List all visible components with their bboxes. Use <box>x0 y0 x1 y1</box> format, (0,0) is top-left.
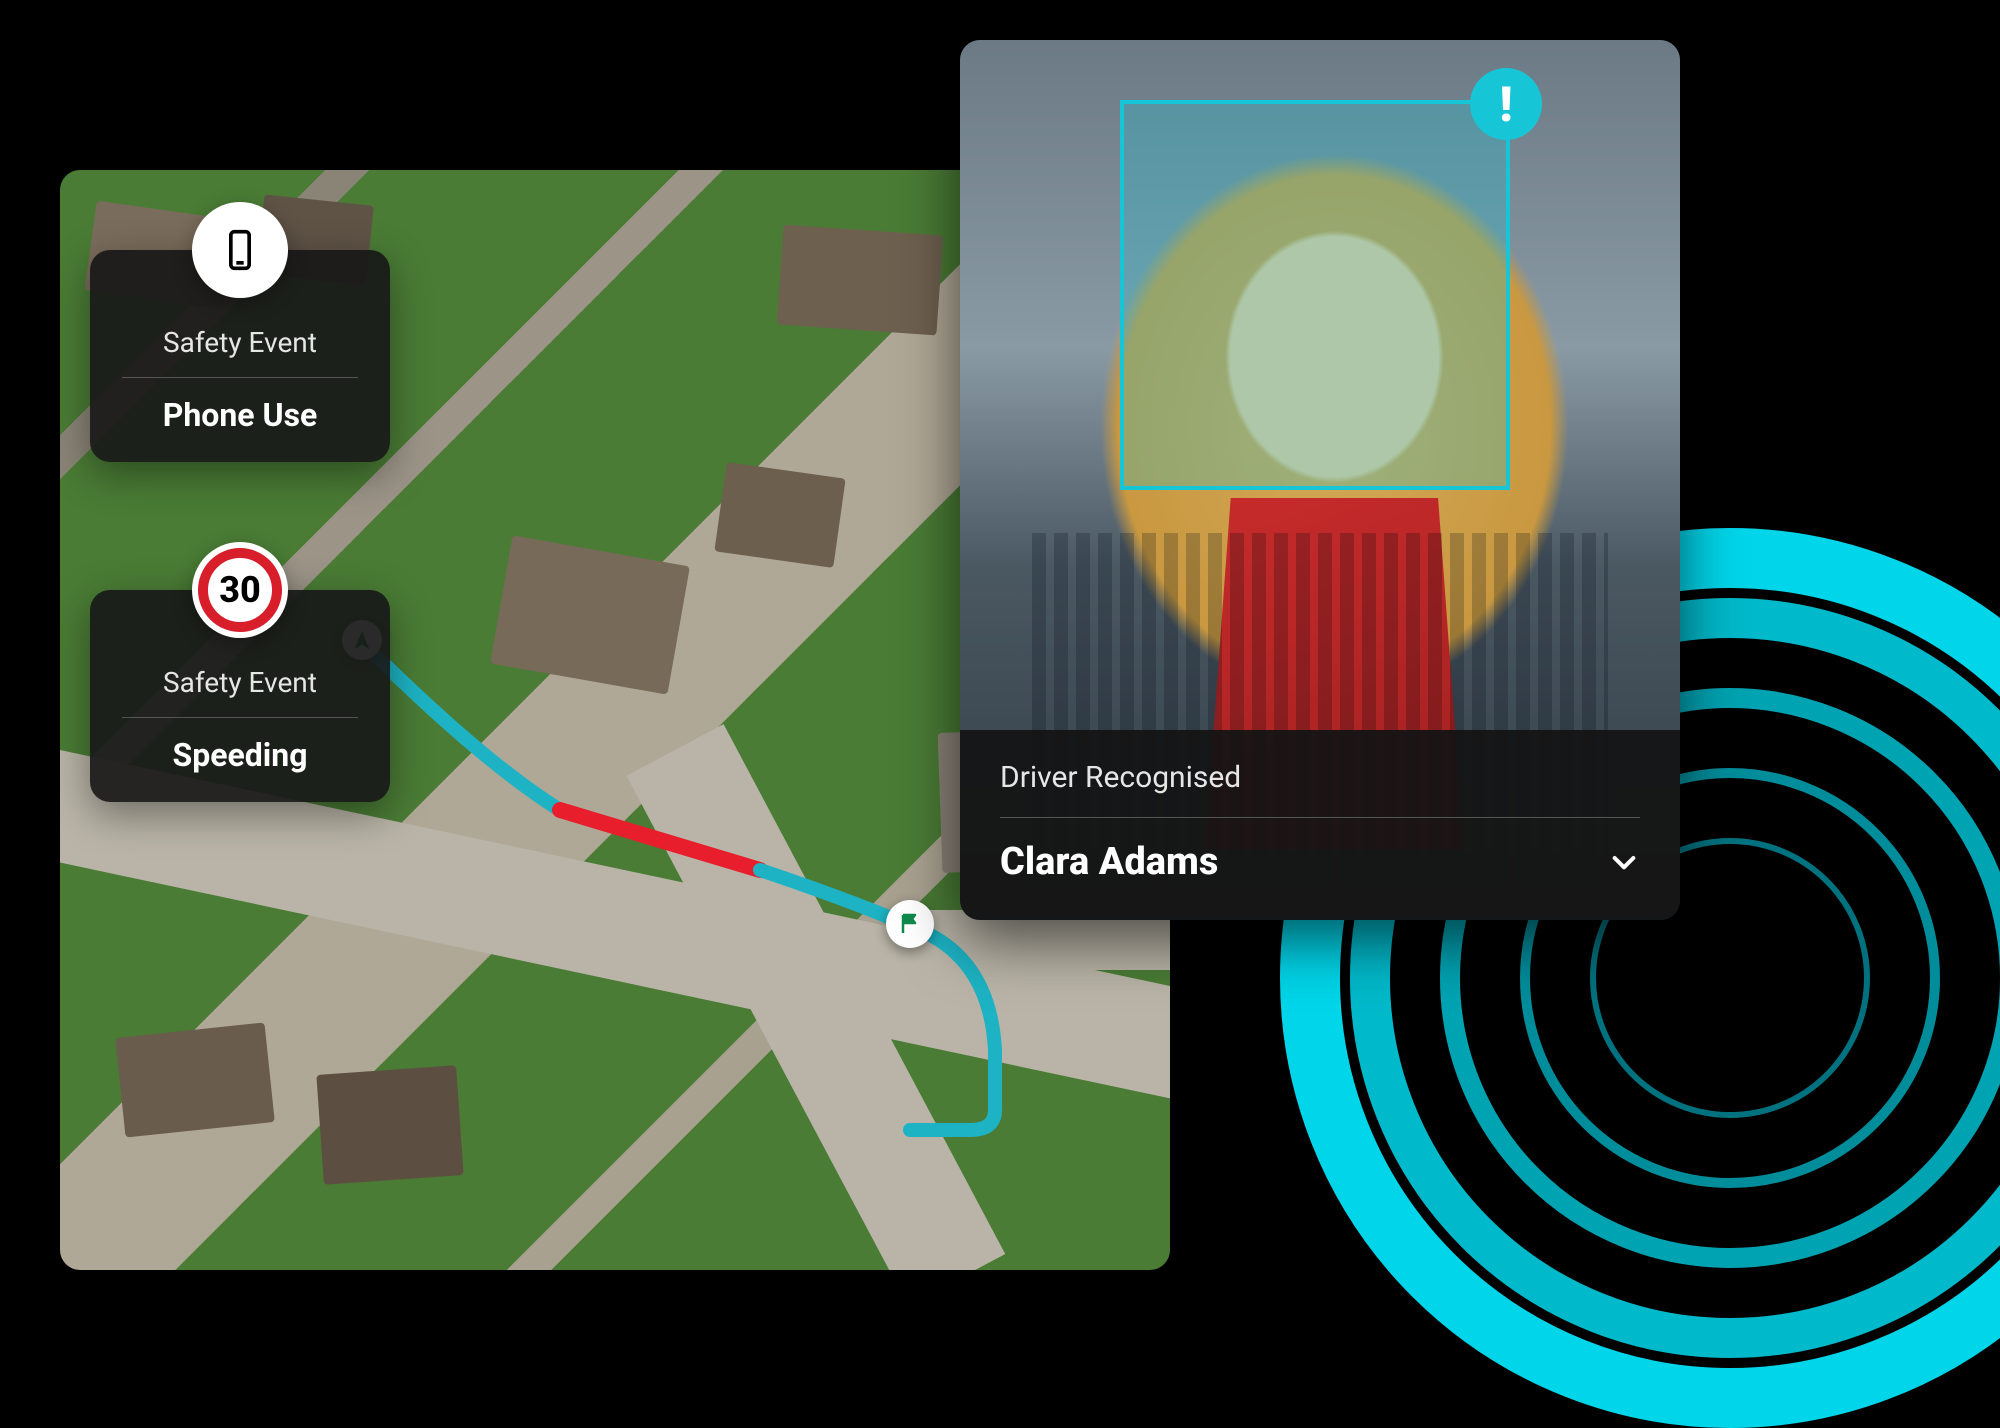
driver-recognised-label: Driver Recognised <box>1000 760 1640 795</box>
event-label: Safety Event <box>122 326 358 359</box>
alert-icon: ! <box>1470 68 1542 140</box>
driver-camera-panel[interactable]: ! Driver Recognised Clara Adams <box>960 40 1680 920</box>
driver-name: Clara Adams <box>1000 840 1218 884</box>
destination-flag-icon <box>886 900 934 948</box>
divider <box>122 377 358 378</box>
event-value: Speeding <box>122 736 358 774</box>
driver-info-card: Driver Recognised Clara Adams <box>960 730 1680 920</box>
event-value: Phone Use <box>122 396 358 434</box>
divider <box>122 717 358 718</box>
safety-event-card-speeding[interactable]: 30 Safety Event Speeding <box>90 590 390 802</box>
event-label: Safety Event <box>122 666 358 699</box>
divider <box>1000 817 1640 818</box>
phone-icon <box>192 202 288 298</box>
speed-limit-value: 30 <box>219 569 261 611</box>
safety-event-card-phone[interactable]: Safety Event Phone Use <box>90 250 390 462</box>
face-detection-box: ! <box>1120 100 1510 490</box>
speed-limit-icon: 30 <box>192 542 288 638</box>
chevron-down-icon[interactable] <box>1608 846 1640 878</box>
